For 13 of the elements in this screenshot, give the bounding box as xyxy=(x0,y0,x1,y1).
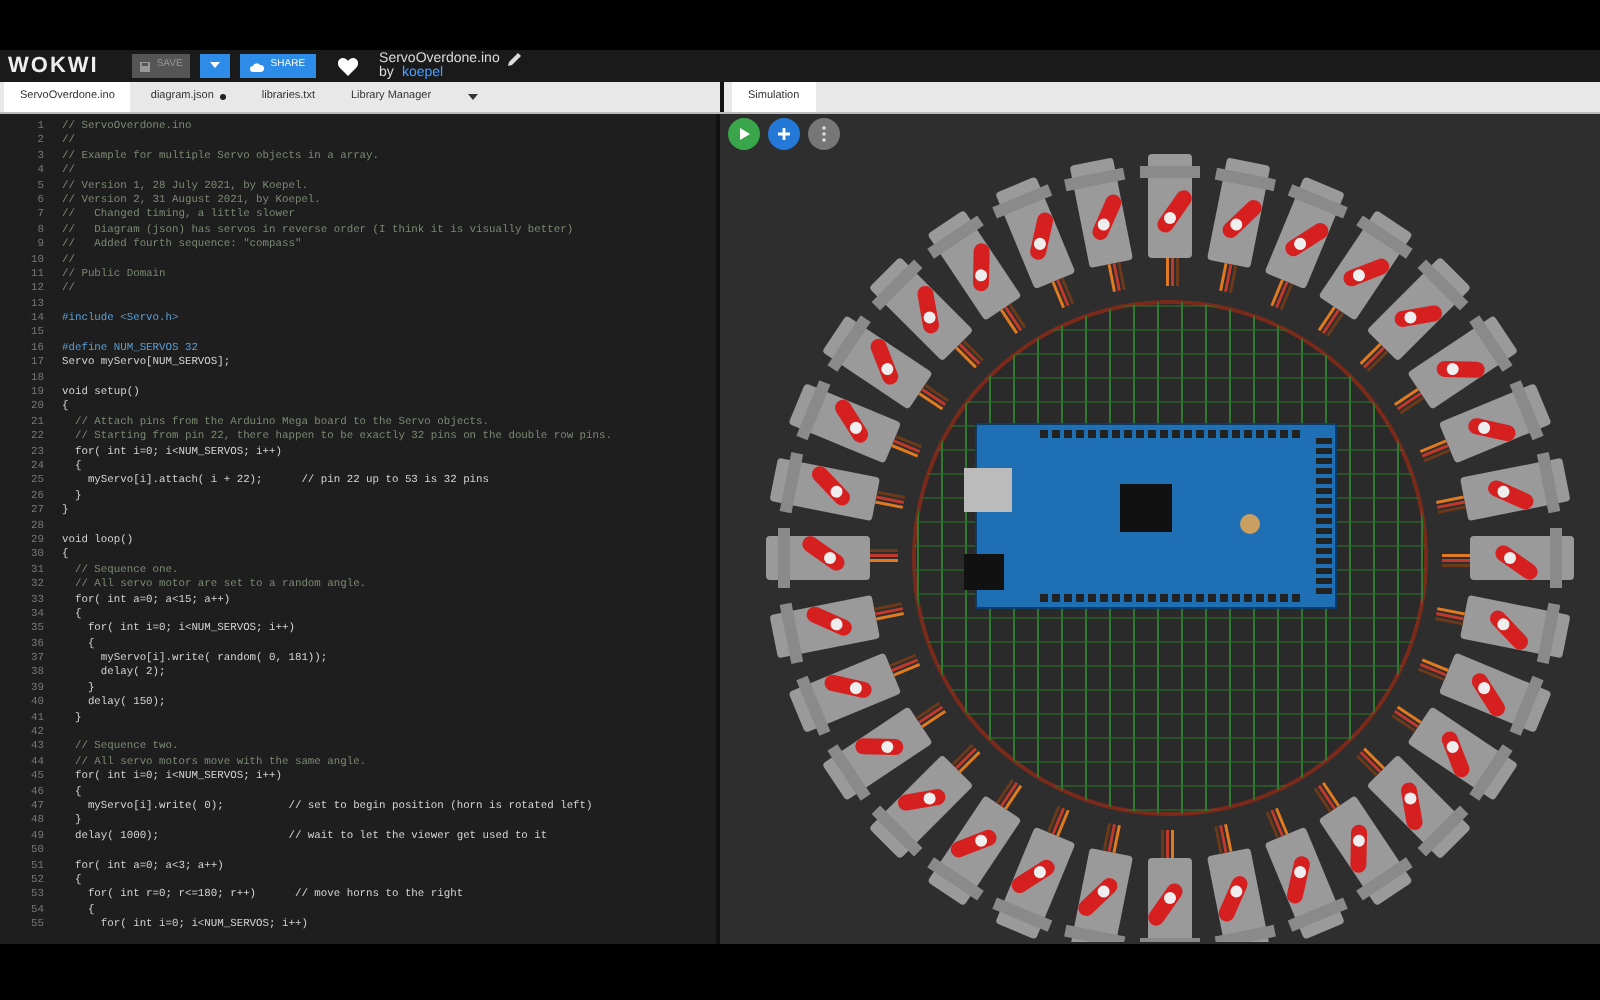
caret-icon xyxy=(210,62,221,70)
caret-icon xyxy=(467,93,478,101)
floppy-icon xyxy=(140,61,151,71)
dropdown-button[interactable] xyxy=(200,54,231,78)
play-button[interactable] xyxy=(728,118,760,150)
more-button[interactable] xyxy=(808,118,840,150)
cloud-icon xyxy=(250,61,265,71)
pencil-icon[interactable] xyxy=(507,52,522,66)
heart-icon[interactable] xyxy=(337,57,358,75)
logo: WOKWI xyxy=(8,51,99,82)
add-part-button[interactable] xyxy=(768,118,800,150)
play-icon xyxy=(738,128,750,140)
plus-icon xyxy=(778,128,790,140)
